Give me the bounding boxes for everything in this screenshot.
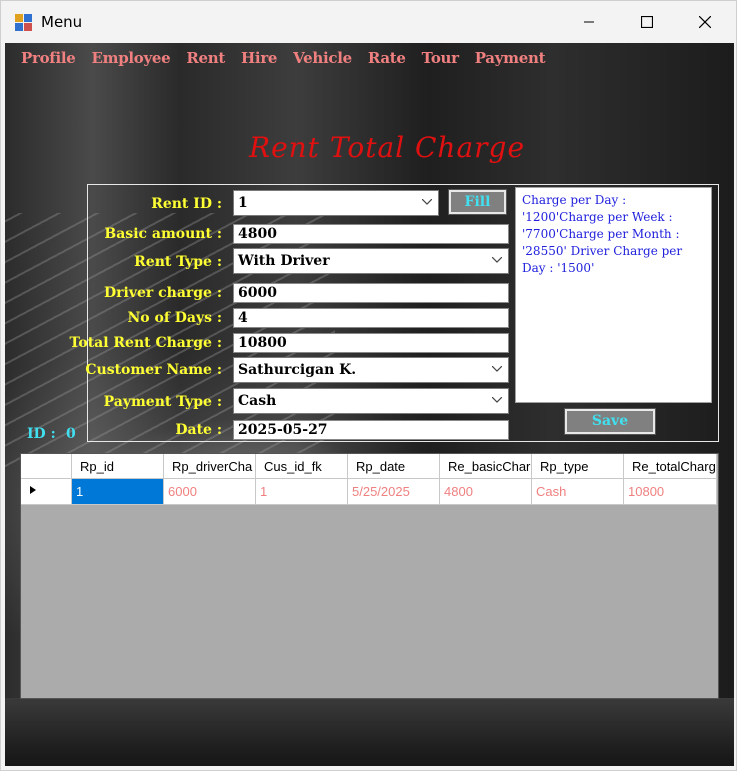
row-header[interactable] xyxy=(21,478,72,505)
rent-type-dropdown[interactable]: With Driver xyxy=(233,248,509,274)
menu-item-rate[interactable]: Rate xyxy=(352,43,406,73)
data-grid[interactable]: Rp_id Rp_driverCha Cus_id_fk Rp_date Re_… xyxy=(20,453,719,699)
window-title: Menu xyxy=(41,13,83,31)
date-field[interactable]: 2025-05-27 xyxy=(233,420,509,440)
menu-item-hire[interactable]: Hire xyxy=(225,43,277,73)
background-floor xyxy=(5,698,734,766)
form-client-area: Profile Employee Rent Hire Vehicle Rate … xyxy=(5,43,734,766)
app-window: Menu Profile Employee Rent Hire Vehicle … xyxy=(0,0,737,771)
grid-header-row: Rp_id Rp_driverCha Cus_id_fk Rp_date Re_… xyxy=(21,454,717,479)
chevron-down-icon xyxy=(492,397,502,403)
rent-type-value: With Driver xyxy=(238,253,330,269)
customer-name-value: Sathurcigan K. xyxy=(238,362,357,378)
maximize-button[interactable] xyxy=(618,1,676,43)
chevron-down-icon xyxy=(492,366,502,372)
grid-cell[interactable]: 6000 xyxy=(163,478,256,505)
app-form-icon xyxy=(15,14,32,31)
no-of-days-field[interactable]: 4 xyxy=(233,308,509,328)
menu-item-profile[interactable]: Profile xyxy=(5,43,76,73)
grid-cell[interactable]: 10800 xyxy=(623,478,717,505)
menu-item-vehicle[interactable]: Vehicle xyxy=(277,43,352,73)
payment-type-dropdown[interactable]: Cash xyxy=(233,388,509,414)
menu-bar: Profile Employee Rent Hire Vehicle Rate … xyxy=(5,43,546,73)
total-rent-charge-field[interactable]: 10800 xyxy=(233,333,509,353)
column-header[interactable]: Re_totalCharg xyxy=(623,454,717,479)
row-header-corner xyxy=(21,454,72,479)
maximize-icon xyxy=(641,16,653,28)
date-label: Date : xyxy=(175,422,222,438)
column-header[interactable]: Rp_id xyxy=(71,454,164,479)
grid-cell[interactable]: 1 xyxy=(71,478,164,505)
grid-cell[interactable]: 1 xyxy=(255,478,348,505)
id-value: 0 xyxy=(66,426,76,442)
grid-table: Rp_id Rp_driverCha Cus_id_fk Rp_date Re_… xyxy=(21,454,717,505)
basic-amount-label: Basic amount : xyxy=(104,226,222,242)
column-header[interactable]: Rp_date xyxy=(347,454,440,479)
payment-type-label: Payment Type : xyxy=(103,394,222,410)
no-of-days-label: No of Days : xyxy=(127,310,222,326)
current-row-arrow-icon xyxy=(30,486,36,494)
customer-name-label: Customer Name : xyxy=(85,362,222,378)
save-button[interactable]: Save xyxy=(564,408,656,435)
rent-id-label: Rent ID : xyxy=(151,196,222,212)
column-header[interactable]: Rp_driverCha xyxy=(163,454,256,479)
chevron-down-icon xyxy=(422,199,432,205)
total-rent-charge-label: Total Rent Charge : xyxy=(69,335,222,351)
rent-type-label: Rent Type : xyxy=(134,254,222,270)
close-button[interactable] xyxy=(676,1,734,43)
page-title: Rent Total Charge xyxy=(249,131,526,164)
menu-item-payment[interactable]: Payment xyxy=(459,43,546,73)
menu-item-rent[interactable]: Rent xyxy=(170,43,225,73)
grid-cell[interactable]: 4800 xyxy=(439,478,532,505)
minimize-icon xyxy=(584,21,594,23)
menu-item-tour[interactable]: Tour xyxy=(406,43,459,73)
grid-cell[interactable]: 5/25/2025 xyxy=(347,478,440,505)
fill-button[interactable]: Fill xyxy=(448,189,507,215)
id-label: ID : xyxy=(27,426,56,442)
customer-name-dropdown[interactable]: Sathurcigan K. xyxy=(233,357,509,383)
title-bar[interactable]: Menu xyxy=(1,1,736,43)
driver-charge-field[interactable]: 6000 xyxy=(233,283,509,303)
rate-info-textbox[interactable]: Charge per Day : '1200'Charge per Week :… xyxy=(515,187,712,403)
payment-type-value: Cash xyxy=(238,393,277,409)
chevron-down-icon xyxy=(492,257,502,263)
basic-amount-field[interactable]: 4800 xyxy=(233,224,509,244)
minimize-button[interactable] xyxy=(560,1,618,43)
column-header[interactable]: Rp_type xyxy=(531,454,624,479)
close-icon xyxy=(699,16,711,28)
grid-cell[interactable]: Cash xyxy=(531,478,624,505)
column-header[interactable]: Cus_id_fk xyxy=(255,454,348,479)
column-header[interactable]: Re_basicChar xyxy=(439,454,532,479)
driver-charge-label: Driver charge : xyxy=(103,285,222,301)
menu-item-employee[interactable]: Employee xyxy=(75,43,170,73)
rent-id-dropdown[interactable]: 1 xyxy=(233,190,439,216)
table-row[interactable]: 1 6000 1 5/25/2025 4800 Cash 10800 xyxy=(21,478,717,505)
rent-id-value: 1 xyxy=(238,195,248,211)
